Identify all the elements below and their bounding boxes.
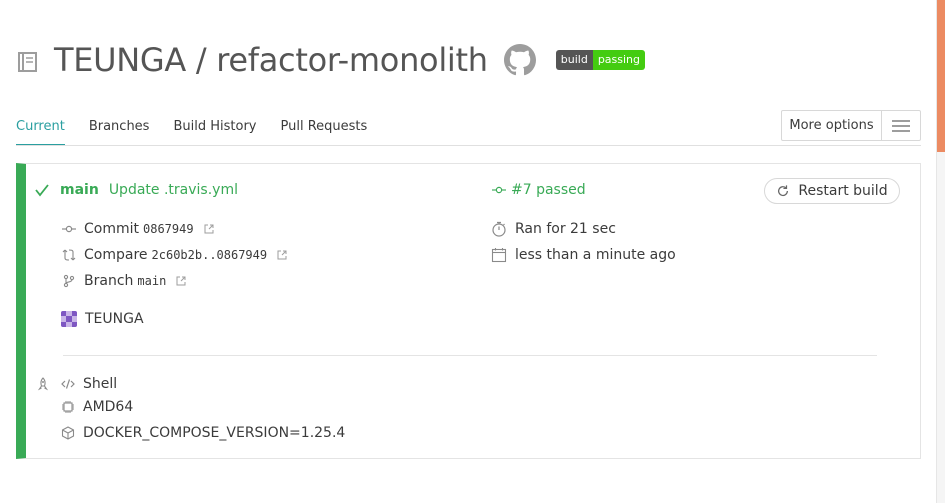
repo-header: TEUNGA / refactor-monolith build passing xyxy=(16,38,646,82)
page-title: TEUNGA / refactor-monolith xyxy=(54,41,488,79)
build-summary: main Update .travis.yml xyxy=(34,182,238,198)
language-text: Shell xyxy=(83,376,118,392)
compare-label: Compare xyxy=(84,247,148,263)
badge-label: build xyxy=(555,50,593,70)
github-icon[interactable] xyxy=(503,44,536,76)
calendar-icon xyxy=(491,248,507,263)
tab-pull-requests[interactable]: Pull Requests xyxy=(280,116,367,146)
arch-row: AMD64 xyxy=(61,399,133,415)
commit-label: Commit xyxy=(84,221,139,237)
commit-icon xyxy=(62,225,76,233)
repo-book-icon xyxy=(18,52,37,72)
build-card xyxy=(16,163,921,459)
compare-range-link[interactable]: 2c60b2b..0867949 xyxy=(152,248,268,262)
hamburger-icon[interactable] xyxy=(882,111,920,140)
cpu-icon xyxy=(62,401,74,413)
finished-row: less than a minute ago xyxy=(491,247,676,263)
badge-status: passing xyxy=(592,50,646,70)
tab-bar: Current Branches Build History Pull Requ… xyxy=(16,116,391,146)
more-options-label: More options xyxy=(782,111,882,140)
compare-row: Compare 2c60b2b..0867949 xyxy=(62,247,287,263)
commit-node-icon xyxy=(492,186,506,194)
author-row: TEUNGA xyxy=(61,311,144,327)
arch-text: AMD64 xyxy=(83,399,134,415)
check-icon xyxy=(35,184,49,197)
commit-row: Commit 0867949 xyxy=(62,221,214,237)
stopwatch-icon xyxy=(492,221,506,237)
branch-icon xyxy=(63,274,75,288)
tab-branches[interactable]: Branches xyxy=(89,116,150,146)
tabs-divider xyxy=(16,145,921,146)
branch-label: Branch xyxy=(84,273,134,289)
duration-row: Ran for 21 sec xyxy=(491,221,616,237)
compare-icon xyxy=(62,249,76,261)
avatar xyxy=(61,311,77,327)
env-row: DOCKER_COMPOSE_VERSION=1.25.4 xyxy=(61,425,345,441)
duration-text: Ran for 21 sec xyxy=(515,221,616,237)
restart-build-button[interactable]: Restart build xyxy=(764,178,900,204)
scrollbar-thumb[interactable] xyxy=(937,0,945,152)
external-link-icon[interactable] xyxy=(176,276,186,286)
author-name: TEUNGA xyxy=(85,311,144,327)
commit-message: Update .travis.yml xyxy=(108,182,238,198)
restart-build-label: Restart build xyxy=(798,183,888,199)
tab-build-history[interactable]: Build History xyxy=(173,116,256,146)
more-options-button[interactable]: More options xyxy=(781,110,921,141)
branch-row: Branch main xyxy=(62,273,186,289)
external-link-icon[interactable] xyxy=(204,224,214,234)
external-link-icon[interactable] xyxy=(277,250,287,260)
build-number-status[interactable]: #7 passed xyxy=(491,182,586,198)
finished-text: less than a minute ago xyxy=(515,247,676,263)
rocket-icon xyxy=(37,377,49,391)
card-divider xyxy=(63,355,877,356)
branch-value-link[interactable]: main xyxy=(137,274,166,288)
code-icon xyxy=(61,379,75,389)
build-status-text[interactable]: #7 passed xyxy=(511,182,586,198)
scrollbar[interactable] xyxy=(936,0,945,503)
tab-current[interactable]: Current xyxy=(16,116,65,146)
cube-icon xyxy=(61,426,75,440)
language-row: Shell xyxy=(61,376,117,392)
branch-link[interactable]: main xyxy=(60,182,99,198)
env-text: DOCKER_COMPOSE_VERSION=1.25.4 xyxy=(83,425,346,441)
commit-sha-link[interactable]: 0867949 xyxy=(143,222,194,236)
restart-icon xyxy=(778,185,789,197)
build-status-badge[interactable]: build passing xyxy=(555,50,646,70)
